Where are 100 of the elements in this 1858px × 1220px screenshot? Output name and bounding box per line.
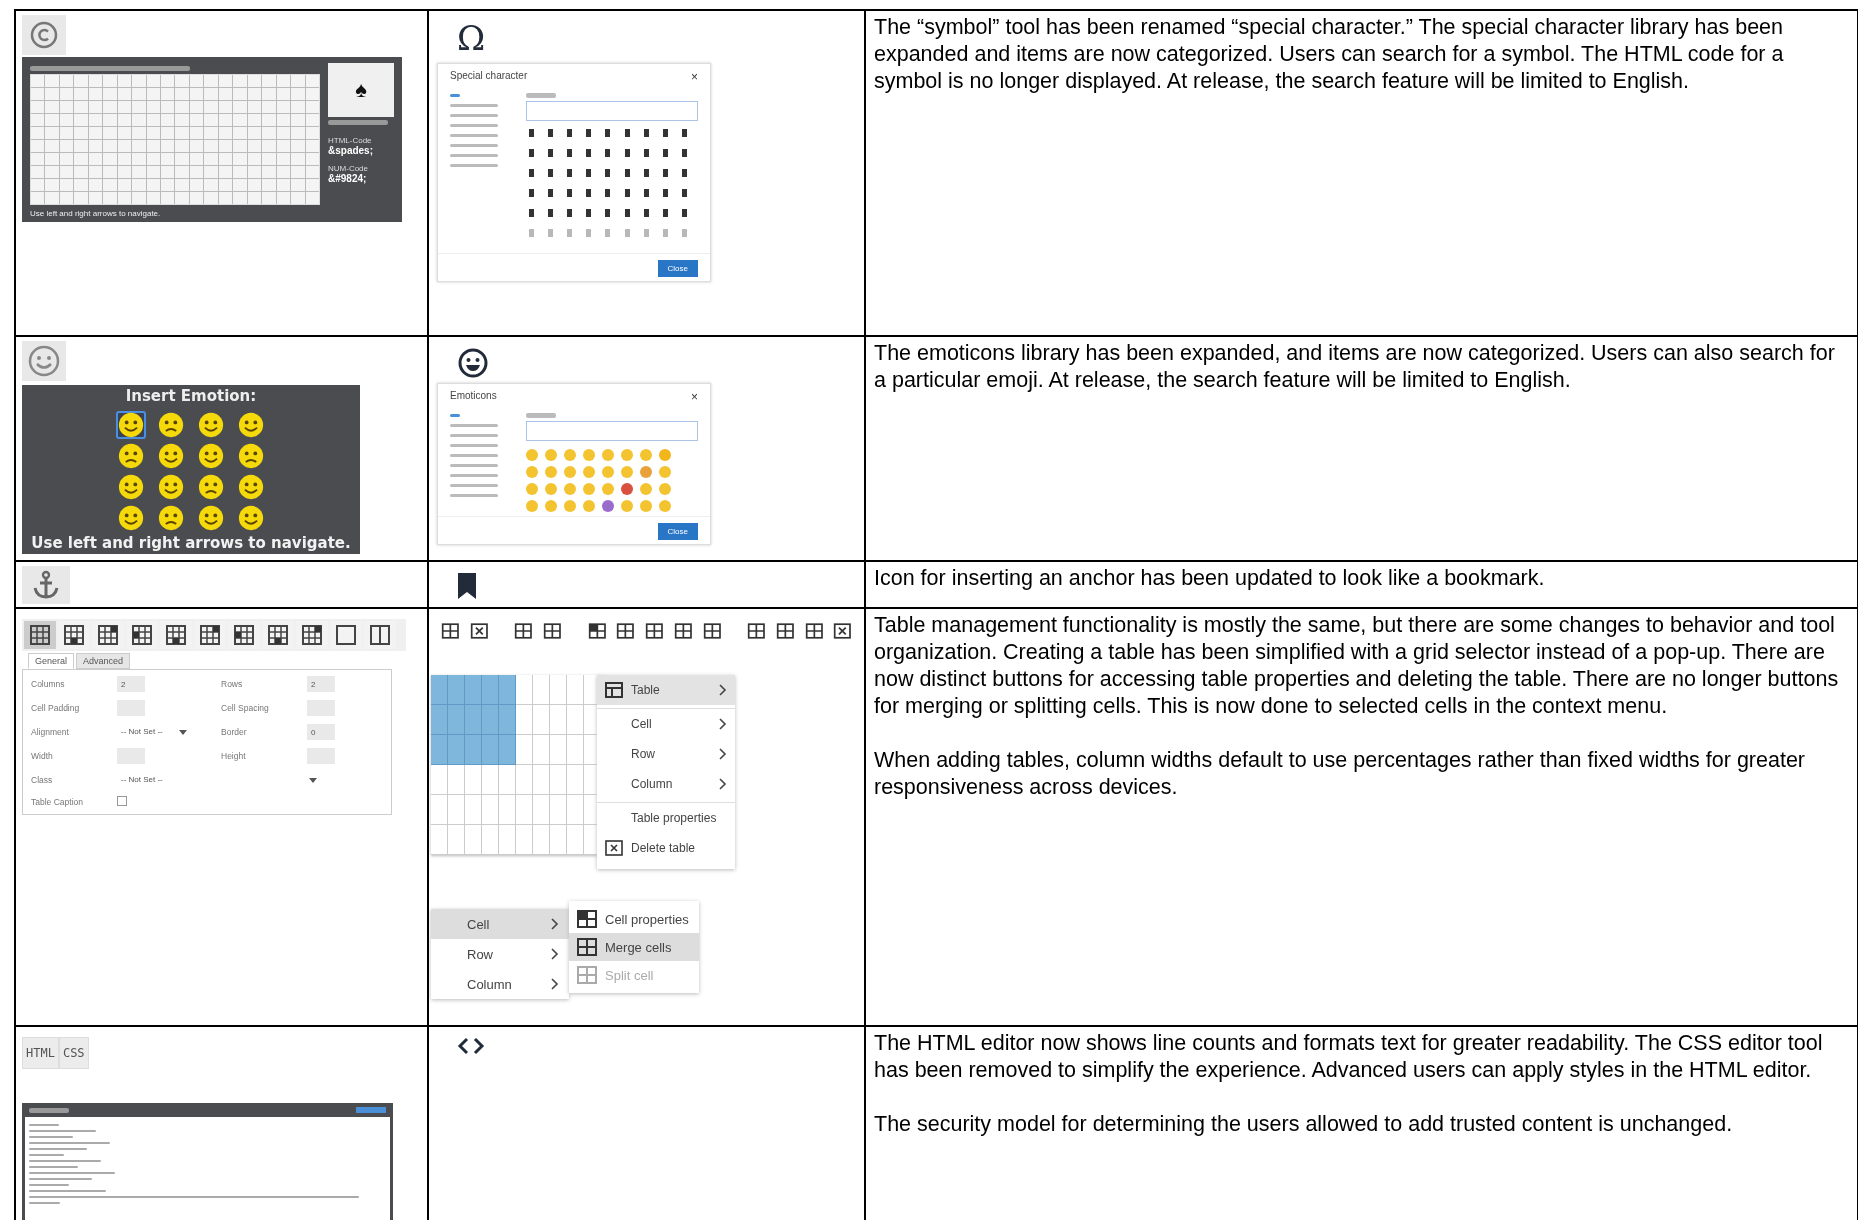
table-tool-icon[interactable] (469, 621, 489, 641)
omega-icon[interactable]: Ω (457, 19, 486, 57)
description-paragraph: The “symbol” tool has been renamed “special character.” The special character library has been expanded and items are now categorized. Users can search for a symbol. The HTML code for a symbol is no longer displayed. At release, the search feature will be limited to English. (874, 14, 1785, 95)
menu-item[interactable]: Table properties (597, 802, 735, 833)
code-icon[interactable] (457, 1037, 485, 1055)
menu-item[interactable]: Merge cells (569, 933, 699, 961)
field-label: Columns (31, 679, 66, 689)
field-label: Width (31, 751, 54, 761)
caret-icon (309, 778, 317, 783)
table-tool-icon[interactable] (702, 621, 722, 641)
num-code: &#9824; (328, 173, 368, 184)
dialog-title: Special character (450, 70, 528, 83)
emoji-option[interactable] (116, 504, 146, 532)
emoji-option[interactable] (196, 473, 226, 501)
text-line (328, 120, 388, 125)
properties-tab[interactable]: General (28, 653, 75, 669)
close-button[interactable]: Close (657, 523, 698, 540)
table-tool-icon[interactable] (587, 621, 607, 641)
anchor-icon[interactable] (22, 566, 70, 604)
checkbox[interactable] (117, 796, 127, 806)
properties-tab[interactable]: Advanced (76, 653, 131, 669)
input-field[interactable]: 2 (117, 676, 145, 692)
field-label: Alignment (31, 727, 70, 737)
chevron-icon (719, 748, 727, 760)
menu-item[interactable]: Column (597, 769, 735, 799)
num-code-label: NUM-Code (328, 164, 369, 173)
table-tool-icon[interactable] (514, 621, 534, 641)
field-label: Cell Padding (31, 703, 81, 713)
navigation-hint: Use left and right arrows to navigate. (30, 209, 162, 218)
chevron-icon (551, 978, 559, 990)
emoji-option[interactable] (236, 504, 266, 532)
emoji-option[interactable] (156, 411, 186, 439)
table-tool-icon[interactable] (441, 621, 460, 641)
editor-button[interactable]: HTML (22, 1037, 59, 1069)
html-code: &spades; (328, 145, 374, 156)
smiley-icon[interactable] (457, 347, 489, 379)
emoji-option[interactable] (196, 411, 226, 439)
selection-highlight (356, 1107, 386, 1113)
code-line (29, 1154, 64, 1156)
cell-icon (577, 966, 597, 984)
menu-item[interactable]: Table (597, 675, 735, 705)
table-tool-icon[interactable] (804, 621, 824, 641)
emoji-option[interactable] (196, 504, 226, 532)
table-tool-icon[interactable] (616, 621, 636, 641)
menu-item[interactable]: Delete table (597, 833, 735, 863)
emoji-option[interactable] (236, 442, 266, 470)
menu-item[interactable]: Column (431, 969, 569, 999)
chevron-icon (551, 918, 559, 930)
description-paragraph: When adding tables, column widths default to use percentages rather than fixed widths for greater responsiveness across devices. (874, 747, 1806, 801)
chevron-icon (719, 684, 727, 696)
close-button[interactable]: Close (657, 260, 698, 277)
emoji-option[interactable] (236, 473, 266, 501)
delete-icon (605, 840, 623, 856)
menu-item[interactable]: Cell properties (569, 905, 699, 933)
code-line (29, 1184, 69, 1186)
input-field[interactable]: 0 (307, 724, 335, 740)
symbol-preview: ♠ (328, 63, 394, 117)
chevron-icon (719, 718, 727, 730)
menu-item[interactable]: Row (597, 739, 735, 769)
menu-item[interactable]: Cell (597, 708, 735, 739)
chevron-icon (719, 778, 727, 790)
emoji-option[interactable] (156, 504, 186, 532)
emoji-option[interactable] (196, 442, 226, 470)
code-line (29, 1178, 92, 1180)
table-icon (605, 682, 623, 698)
code-line (29, 1148, 87, 1150)
emoji-option[interactable] (116, 442, 146, 470)
field-label: Table Caption (31, 797, 84, 807)
copyright-icon[interactable] (22, 15, 66, 55)
search-field[interactable] (526, 101, 698, 121)
editor-button[interactable]: CSS (58, 1037, 89, 1069)
input-field[interactable]: 2 (307, 676, 335, 692)
table-tool-icon[interactable] (833, 621, 852, 641)
field-label: Cell Spacing (221, 703, 270, 713)
emoji-option[interactable] (116, 411, 146, 439)
emoji-option[interactable] (236, 411, 266, 439)
table-tool-icon[interactable] (673, 621, 693, 641)
dialog-title: Emoticons (450, 390, 497, 403)
emoji-option[interactable] (156, 442, 186, 470)
close-button[interactable]: × (691, 390, 698, 404)
description-paragraph: The security model for determining the users allowed to add trusted content is unchanged. (874, 1111, 1734, 1138)
emoji-option[interactable] (116, 473, 146, 501)
close-button[interactable]: × (691, 70, 698, 84)
menu-item[interactable]: Cell (431, 909, 569, 939)
emoji-option[interactable] (156, 473, 186, 501)
code-line (29, 1130, 96, 1132)
table-tool-icon[interactable] (775, 621, 795, 641)
cell-icon (577, 910, 597, 928)
table-tool-icon[interactable] (543, 621, 562, 641)
table-tool-icon[interactable] (645, 621, 664, 641)
bookmark-icon[interactable] (457, 572, 477, 600)
description-paragraph: The emoticons library has been expanded, and items are now categorized. Users can also search for a particular emoji. At release, the search feature will be limited to English. (874, 340, 1836, 394)
search-field[interactable] (526, 421, 698, 441)
code-line (29, 1202, 60, 1204)
table-tool-button[interactable] (24, 621, 56, 649)
description-paragraph: Icon for inserting an anchor has been updated to look like a bookmark. (874, 565, 1546, 592)
table-tool-icon[interactable] (747, 621, 766, 641)
menu-item[interactable]: Row (431, 939, 569, 969)
text-line (526, 93, 556, 98)
navigation-hint: Use left and right arrows to navigate. (31, 534, 351, 552)
